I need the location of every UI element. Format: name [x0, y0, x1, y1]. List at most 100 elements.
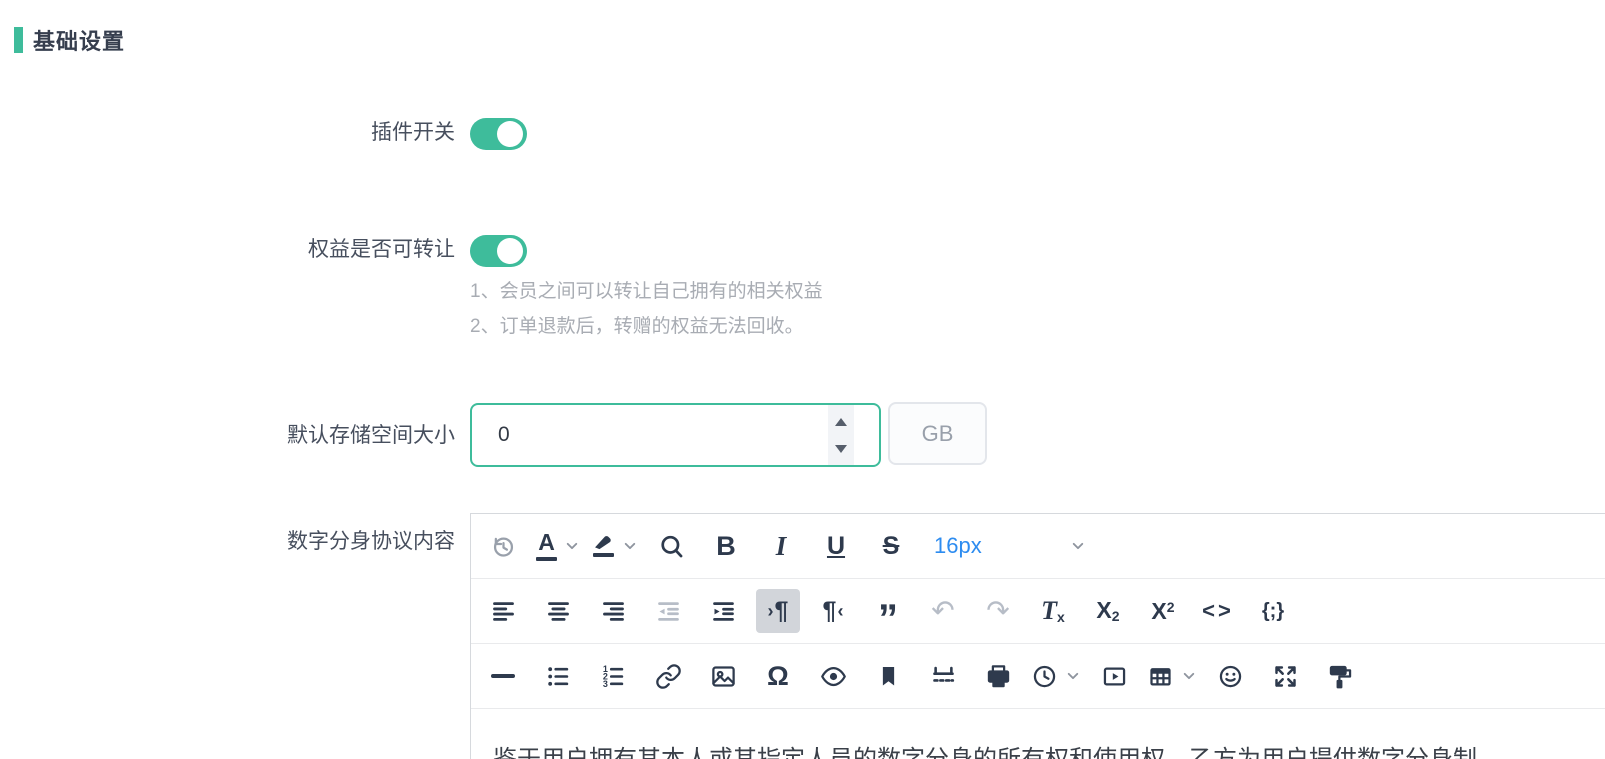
redo-icon: ↷	[986, 597, 1009, 625]
plugin-switch-toggle[interactable]	[470, 118, 527, 150]
hint-line-1: 1、会员之间可以转让自己拥有的相关权益	[470, 274, 823, 309]
toolbar-blockquote-button[interactable]: ”	[866, 589, 910, 633]
toolbar-preview-button[interactable]	[811, 654, 855, 698]
bullet-list-icon	[545, 663, 572, 690]
toolbar-history-button[interactable]	[481, 524, 525, 568]
table-icon	[1147, 663, 1174, 690]
format-painter-icon	[1327, 663, 1354, 690]
toggle-knob	[497, 121, 523, 147]
plugin-switch-label: 插件开关	[0, 119, 455, 147]
clear-format-icon: Tx	[1041, 598, 1065, 624]
toolbar-special-char-button[interactable]: Ω	[756, 654, 800, 698]
history-icon	[490, 533, 517, 560]
spinner-down-button[interactable]	[834, 444, 848, 453]
chevron-down-icon	[1181, 668, 1197, 684]
search-icon	[658, 533, 685, 560]
align-right-icon	[600, 598, 627, 625]
toolbar-bookmark-button[interactable]	[866, 654, 910, 698]
toolbar-row: A B I US 16px	[471, 514, 1605, 579]
toolbar-font-color-button[interactable]: A	[536, 524, 580, 568]
special-char-icon: Ω	[767, 663, 789, 690]
toolbar-font-size-button[interactable]: 16px	[924, 524, 1096, 568]
toolbar-row: ›¶ ¶‹ ” ↶ ↷ Tx X2 X2 <> {;}	[471, 579, 1605, 644]
toolbar-search-button[interactable]	[649, 524, 693, 568]
transferable-toggle[interactable]	[470, 235, 527, 267]
toolbar-format-painter-button[interactable]	[1318, 654, 1362, 698]
subscript-icon: X2	[1096, 599, 1119, 623]
toolbar-align-center-button[interactable]	[536, 589, 580, 633]
toolbar-redo-button[interactable]: ↷	[976, 589, 1020, 633]
toolbar-video-button[interactable]	[1092, 654, 1136, 698]
superscript-icon: X2	[1151, 600, 1174, 623]
toolbar-table-button[interactable]	[1147, 654, 1197, 698]
toolbar-link-button[interactable]	[646, 654, 690, 698]
toolbar-subscript-button[interactable]: X2	[1086, 589, 1130, 633]
toolbar-image-button[interactable]	[701, 654, 745, 698]
font-color-icon: A	[536, 531, 557, 561]
italic-icon: I	[776, 533, 787, 560]
bold-icon: B	[716, 533, 736, 560]
toolbar-strikethrough-button[interactable]: S	[869, 524, 913, 568]
editor-toolbar: A B I US 16px ›¶ ¶‹ ” ↶ ↷ Tx X2 X2 <> {;} 123 Ω	[471, 514, 1605, 709]
transferable-hints: 1、会员之间可以转让自己拥有的相关权益 2、订单退款后，转赠的权益无法回收。	[470, 274, 823, 344]
rtl-icon: ¶‹	[823, 599, 844, 624]
toolbar-fullscreen-button[interactable]	[1263, 654, 1307, 698]
highlight-icon	[591, 535, 615, 557]
chevron-down-icon	[1065, 668, 1081, 684]
storage-size-label: 默认存储空间大小	[0, 422, 455, 450]
toolbar-ordered-list-button[interactable]: 123	[591, 654, 635, 698]
undo-icon: ↶	[931, 597, 954, 625]
settings-page: 基础设置 插件开关 权益是否可转让 1、会员之间可以转让自己拥有的相关权益 2、…	[0, 0, 1605, 759]
transferable-label: 权益是否可转让	[0, 236, 455, 264]
storage-size-input[interactable]: 0	[470, 403, 881, 467]
storage-size-value: 0	[498, 405, 510, 465]
toolbar-ltr-button[interactable]: ›¶	[756, 589, 800, 633]
toolbar-clear-format-button[interactable]: Tx	[1031, 589, 1075, 633]
align-center-icon	[545, 598, 572, 625]
toolbar-rtl-button[interactable]: ¶‹	[811, 589, 855, 633]
agreement-label: 数字分身协议内容	[0, 528, 455, 556]
toolbar-align-left-button[interactable]	[481, 589, 525, 633]
toolbar-insert-time-button[interactable]	[1031, 654, 1081, 698]
toolbar-print-button[interactable]	[976, 654, 1020, 698]
editor-content[interactable]: 鉴于用户拥有其本人或其指定人员的数字分身的所有权和使用权，乙方为用户提供数字分身…	[471, 709, 1605, 759]
video-icon	[1101, 663, 1128, 690]
arrow-down-icon	[835, 445, 847, 453]
code-block-icon: {;}	[1262, 601, 1284, 621]
bookmark-icon	[875, 663, 902, 690]
align-left-icon	[490, 598, 517, 625]
toolbar-align-right-button[interactable]	[591, 589, 635, 633]
toolbar-page-break-button[interactable]	[921, 654, 965, 698]
ltr-icon: ›¶	[768, 599, 789, 624]
svg-text:3: 3	[602, 679, 607, 689]
toolbar-superscript-button[interactable]: X2	[1141, 589, 1185, 633]
toggle-knob	[497, 238, 523, 264]
toolbar-row: 123 Ω	[471, 644, 1605, 709]
arrow-up-icon	[835, 418, 847, 426]
print-icon	[985, 663, 1012, 690]
section-title: 基础设置	[33, 24, 125, 56]
toolbar-undo-button[interactable]: ↶	[921, 589, 965, 633]
toolbar-emoji-button[interactable]	[1208, 654, 1252, 698]
toolbar-indent-button[interactable]	[701, 589, 745, 633]
fullscreen-icon	[1272, 663, 1299, 690]
toolbar-italic-button[interactable]: I	[759, 524, 803, 568]
toolbar-underline-button[interactable]: U	[814, 524, 858, 568]
toolbar-bold-button[interactable]: B	[704, 524, 748, 568]
toolbar-bullet-list-button[interactable]	[536, 654, 580, 698]
section-header: 基础设置	[14, 24, 125, 56]
toolbar-horizontal-rule-button[interactable]	[481, 654, 525, 698]
image-icon	[710, 663, 737, 690]
font-size-icon: 16px	[934, 535, 982, 557]
blockquote-icon: ”	[878, 599, 898, 623]
toolbar-highlight-button[interactable]	[591, 524, 638, 568]
toolbar-inline-code-button[interactable]: <>	[1196, 589, 1240, 633]
spinner-up-button[interactable]	[834, 417, 848, 426]
underline-icon: U	[827, 534, 845, 559]
toolbar-outdent-button[interactable]	[646, 589, 690, 633]
link-icon	[655, 663, 682, 690]
number-spinner	[828, 405, 854, 465]
horizontal-rule-icon	[491, 674, 515, 678]
section-accent-bar	[14, 27, 23, 53]
toolbar-code-block-button[interactable]: {;}	[1251, 589, 1295, 633]
